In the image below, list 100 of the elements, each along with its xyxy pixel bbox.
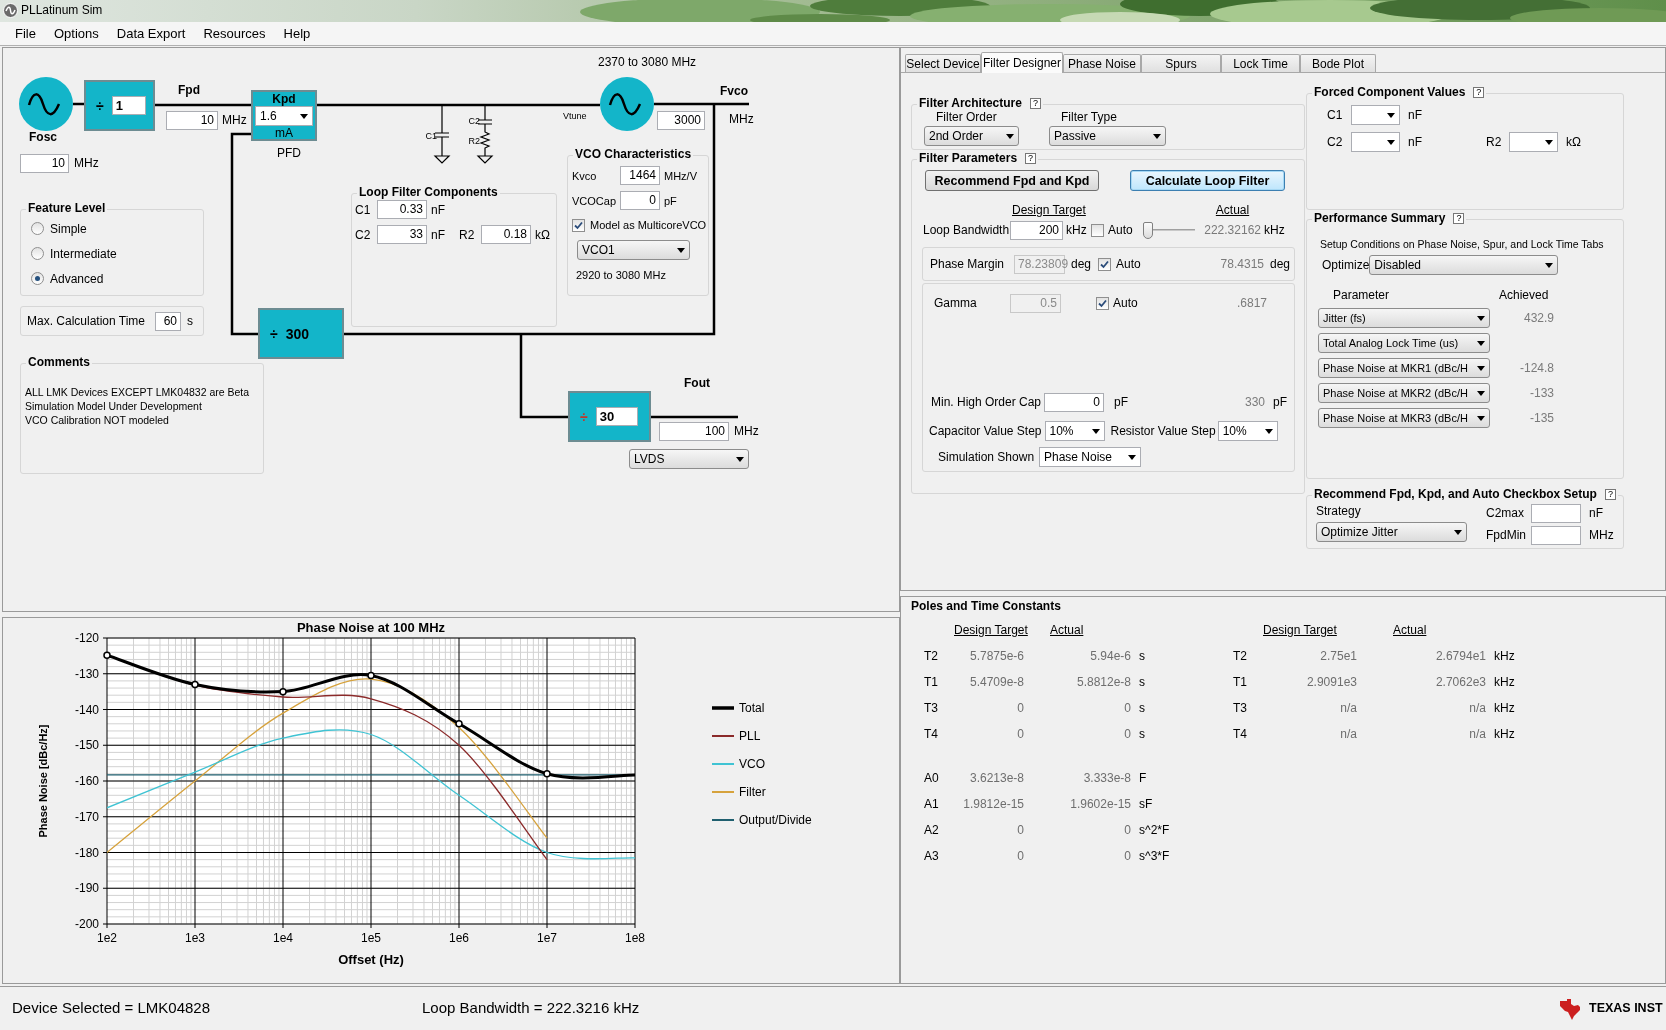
unit-label: nF — [1408, 108, 1423, 122]
help-button[interactable]: ? — [1029, 97, 1041, 109]
range-label: 2370 to 3080 MHz — [598, 55, 697, 69]
input-field[interactable]: 60 — [155, 311, 182, 331]
dropdown[interactable]: 10% — [1217, 421, 1278, 441]
value-label: 5.7875e-6 — [969, 649, 1024, 663]
caret-icon — [1477, 415, 1485, 421]
dropdown[interactable]: 1.6 — [255, 106, 313, 126]
dropdown[interactable] — [1509, 132, 1558, 152]
field-label: C1 — [355, 202, 372, 217]
dropdown[interactable]: Phase Noise at MKR3 (dBc/H — [1318, 408, 1490, 428]
dropdown[interactable]: 2nd Order — [924, 126, 1019, 146]
status-text: Loop Bandwidth = 222.3216 kHz — [422, 999, 640, 1016]
value-label: 432.9 — [1522, 311, 1554, 325]
row-label: T1 — [924, 674, 939, 691]
tab[interactable]: Select Device — [905, 54, 981, 72]
unit-label: nF — [1589, 506, 1603, 520]
help-button[interactable]: ? — [1025, 152, 1037, 164]
block-caption: PFD — [277, 146, 301, 160]
component-label: C1 — [425, 131, 437, 141]
tab[interactable]: Filter Designer — [981, 52, 1063, 73]
note-text: Setup Conditions on Phase Noise, Spur, and Lock Time Tabs — [1320, 238, 1604, 250]
unit-label: MHz — [734, 424, 759, 438]
menu-item[interactable]: File — [8, 26, 43, 41]
input-field[interactable]: 33 — [377, 225, 427, 244]
axis-title: Offset (Hz) — [338, 952, 404, 967]
slider-thumb[interactable] — [1143, 222, 1153, 239]
value-label: 0 — [1017, 849, 1024, 863]
caret-icon — [736, 456, 744, 462]
radio-button[interactable] — [31, 222, 44, 235]
value-label: -133 — [1528, 386, 1554, 400]
input-field[interactable]: 10 — [166, 111, 218, 130]
row-label: T2 — [1233, 648, 1248, 665]
value-label: 0 — [1124, 727, 1131, 741]
radio-label: Intermediate — [50, 246, 117, 261]
field-label: R2 — [1486, 135, 1503, 149]
component-label: C2 — [468, 116, 480, 126]
group-title: Forced Component Values — [1314, 85, 1466, 99]
tab[interactable]: Phase Noise — [1063, 54, 1141, 72]
tab[interactable]: Bode Plot — [1300, 54, 1376, 72]
checkbox[interactable] — [1091, 223, 1104, 237]
checkbox-label: Auto — [1108, 223, 1134, 237]
input-field[interactable]: 0 — [620, 191, 660, 210]
input-field[interactable]: 30 — [595, 407, 638, 426]
checkbox[interactable] — [572, 218, 585, 232]
help-button[interactable]: ? — [1453, 212, 1465, 224]
group-title: Comments — [28, 355, 90, 369]
dropdown[interactable]: Phase Noise at MKR1 (dBc/H — [1318, 358, 1490, 378]
comment-line: ALL LMK Devices EXCEPT LMK04832 are Beta — [25, 385, 250, 399]
app-icon — [3, 3, 18, 18]
input-field[interactable]: 0.18 — [481, 225, 531, 244]
dropdown[interactable]: VCO1 — [577, 240, 690, 260]
caret-icon — [1545, 262, 1554, 268]
help-button[interactable]: ? — [1473, 86, 1485, 98]
input-field[interactable]: 0 — [1044, 392, 1105, 412]
dropdown[interactable]: 10% — [1044, 421, 1105, 441]
tick-label: -180 — [74, 845, 99, 860]
tab[interactable]: Spurs — [1141, 54, 1221, 72]
slider[interactable] — [1143, 220, 1195, 240]
tick-label: -160 — [74, 774, 99, 788]
dropdown[interactable]: Disabled — [1369, 255, 1559, 275]
menu-item[interactable]: Options — [46, 26, 106, 41]
input-field[interactable]: 1464 — [620, 166, 660, 185]
dropdown[interactable]: Passive — [1049, 126, 1166, 146]
dropdown[interactable] — [1351, 105, 1400, 125]
caret-icon — [1477, 390, 1485, 396]
dropdown[interactable]: Phase Noise at MKR2 (dBc/H — [1318, 383, 1490, 403]
button[interactable]: Recommend Fpd and Kpd — [925, 170, 1099, 191]
unit-label: kHz — [1066, 223, 1088, 237]
unit-label: mA — [275, 126, 293, 140]
input-field[interactable]: 10 — [20, 154, 69, 173]
dropdown[interactable]: Optimize Jitter — [1316, 522, 1467, 542]
input-field[interactable] — [1531, 503, 1581, 523]
input-field[interactable]: 1 — [111, 96, 146, 115]
input-field[interactable] — [1531, 525, 1581, 545]
group-title: VCO Characteristics — [575, 147, 692, 161]
dropdown[interactable]: LVDS — [629, 449, 749, 469]
radio-label: Advanced — [50, 271, 104, 286]
dropdown[interactable]: Phase Noise — [1039, 447, 1141, 467]
unit-label: MHz — [1589, 528, 1614, 542]
dropdown[interactable] — [1351, 132, 1400, 152]
dropdown[interactable]: Total Analog Lock Time (us) — [1318, 333, 1490, 353]
menu-item[interactable]: Data Export — [109, 26, 193, 41]
tab[interactable]: Lock Time — [1221, 54, 1300, 72]
row-label: A1 — [924, 796, 940, 813]
checkbox[interactable] — [1098, 257, 1111, 271]
radio-button[interactable] — [31, 272, 44, 285]
dropdown[interactable]: Jitter (fs) — [1318, 308, 1490, 328]
input-field[interactable]: 3000 — [657, 111, 705, 130]
input-field[interactable]: 200 — [1010, 220, 1063, 240]
checkbox[interactable] — [1096, 296, 1109, 310]
input-field[interactable]: 0.33 — [377, 200, 427, 219]
button[interactable]: Calculate Loop Filter — [1130, 170, 1285, 191]
menu-item[interactable]: Help — [276, 26, 318, 41]
unit-label: s — [187, 314, 194, 328]
menu-item[interactable]: Resources — [196, 26, 273, 41]
panel-title: Poles and Time Constants — [911, 599, 1061, 613]
radio-button[interactable] — [31, 247, 44, 260]
input-field[interactable]: 100 — [659, 422, 729, 441]
help-button[interactable]: ? — [1604, 488, 1616, 500]
